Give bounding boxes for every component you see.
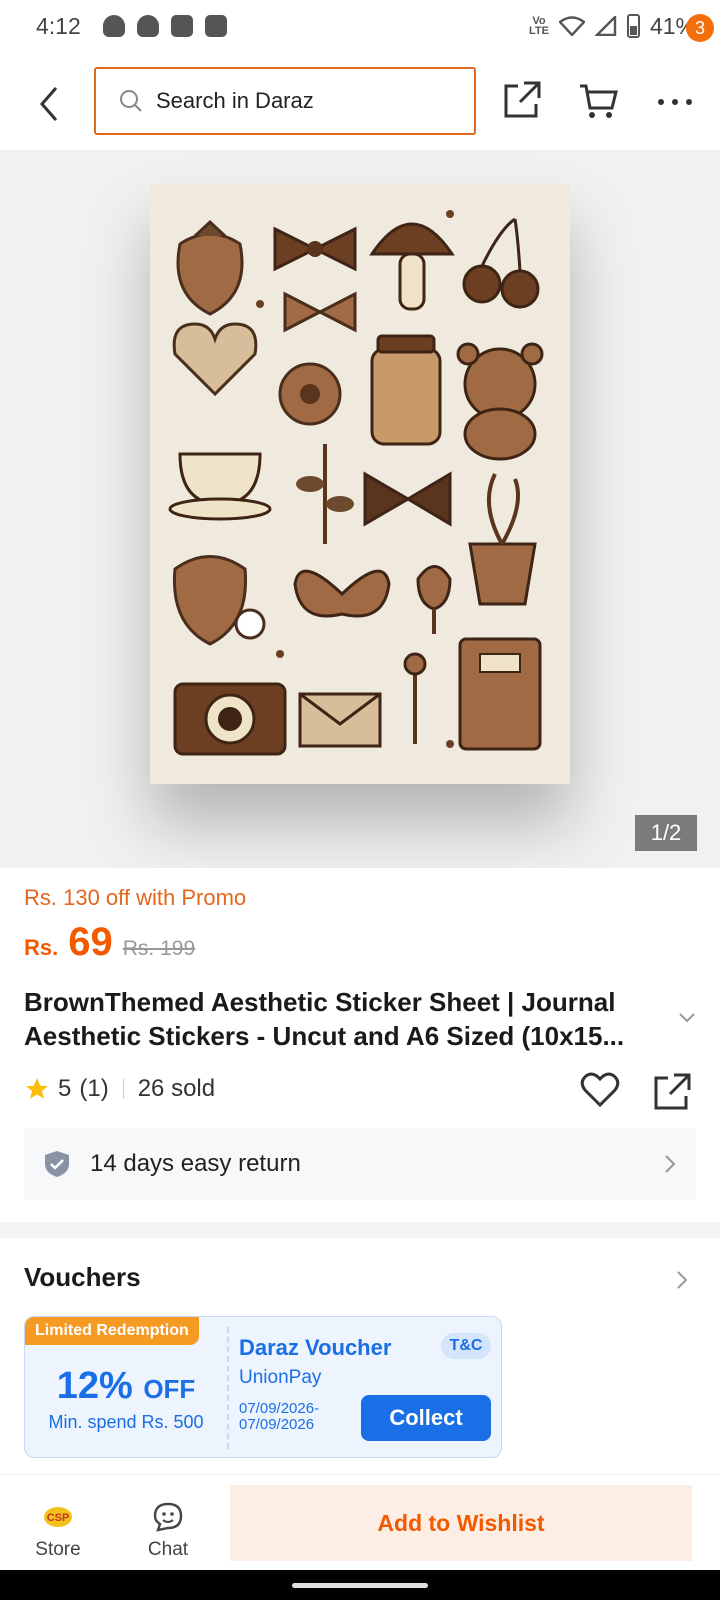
- shield-check-icon: [45, 1151, 69, 1177]
- product-title: BrownThemed Aesthetic Sticker Sheet | Jo…: [24, 987, 625, 1051]
- snapchat-icon: [136, 15, 159, 37]
- clock: 4:12: [36, 12, 81, 39]
- share-icon[interactable]: [652, 1072, 692, 1112]
- voucher-discount: 12% OFF: [25, 1365, 227, 1408]
- voucher-discount-block: 12% OFF Min. spend Rs. 500: [25, 1347, 227, 1457]
- voucher-name: Daraz Voucher: [239, 1335, 392, 1360]
- original-price: Rs. 199: [122, 937, 196, 960]
- voucher-validity: 07/09/2026-07/09/2026: [239, 1400, 320, 1433]
- svg-text:CSP: CSP: [47, 1512, 70, 1524]
- snapchat-icon: [102, 15, 125, 37]
- wifi-icon: [558, 16, 585, 36]
- cart-count-badge: 3: [686, 14, 714, 42]
- rating-value: 5: [58, 1075, 72, 1102]
- voucher-discount-value: 12%: [56, 1365, 133, 1407]
- voucher-card[interactable]: Limited Redemption 12% OFF Min. spend Rs…: [24, 1316, 502, 1458]
- add-to-wishlist-button[interactable]: Add to Wishlist: [230, 1485, 692, 1561]
- price-value: 69: [68, 920, 113, 964]
- chat-button[interactable]: Chat: [132, 1501, 204, 1561]
- promo-text: Rs. 130 off with Promo: [24, 885, 247, 910]
- voucher-tag: Limited Redemption: [25, 1317, 199, 1345]
- return-policy-row[interactable]: 14 days easy return: [24, 1128, 696, 1200]
- chat-label: Chat: [147, 1539, 189, 1560]
- collect-button[interactable]: Collect: [361, 1395, 491, 1441]
- back-arrow-icon[interactable]: [36, 84, 62, 124]
- sold-count: 26 sold: [137, 1075, 216, 1102]
- status-bar: 4:12 Vo LTE 41%: [0, 0, 720, 52]
- signal-icon: [594, 16, 617, 36]
- chevron-down-icon[interactable]: [678, 1012, 696, 1024]
- search-input[interactable]: Search in Daraz: [94, 67, 476, 135]
- star-icon: [26, 1078, 48, 1099]
- search-icon: [120, 90, 142, 112]
- more-options-icon[interactable]: [655, 80, 695, 120]
- product-image: [150, 184, 570, 784]
- return-policy-text: 14 days easy return: [90, 1150, 301, 1177]
- store-button[interactable]: CSP Store: [22, 1501, 94, 1561]
- chat-icon: [153, 1502, 183, 1532]
- vouchers-heading: Vouchers: [24, 1262, 141, 1292]
- app-notification-icon: [204, 15, 227, 37]
- rating-count[interactable]: (1): [79, 1075, 108, 1103]
- price-currency: Rs.: [24, 935, 59, 960]
- top-bar: Search in Daraz: [0, 60, 720, 148]
- volte-icon: Vo LTE: [528, 15, 549, 37]
- sticker-sheet-illustration: [168, 210, 544, 756]
- product-image-gallery[interactable]: 1/2: [0, 150, 720, 868]
- heart-icon[interactable]: [580, 1072, 620, 1108]
- price-row: Rs. 69 Rs. 199: [24, 920, 195, 965]
- app-notification-icon: [170, 15, 193, 37]
- terms-conditions-button[interactable]: T&C: [441, 1333, 491, 1359]
- bottom-action-bar: CSP Store Chat Add to Wishlist: [0, 1474, 720, 1570]
- home-gesture-pill[interactable]: [292, 1583, 428, 1588]
- system-nav-bar: [0, 1570, 720, 1600]
- chevron-right-icon: [665, 1155, 676, 1173]
- cart-icon[interactable]: [578, 82, 618, 120]
- divider: [122, 1079, 124, 1099]
- search-placeholder: Search in Daraz: [156, 88, 314, 113]
- share-icon[interactable]: [502, 80, 542, 120]
- voucher-issuer: UnionPay: [239, 1367, 322, 1388]
- chevron-right-icon[interactable]: [676, 1270, 688, 1290]
- section-divider: [0, 1222, 720, 1238]
- voucher-discount-suffix: OFF: [143, 1374, 196, 1404]
- image-counter: 1/2: [635, 815, 697, 851]
- rating-row: 5 (1) 26 sold: [24, 1075, 215, 1103]
- store-logo-icon: CSP: [44, 1507, 72, 1527]
- voucher-separator: [227, 1327, 229, 1449]
- store-label: Store: [35, 1539, 81, 1560]
- battery-icon: [626, 14, 640, 38]
- voucher-min-spend: Min. spend Rs. 500: [48, 1412, 204, 1432]
